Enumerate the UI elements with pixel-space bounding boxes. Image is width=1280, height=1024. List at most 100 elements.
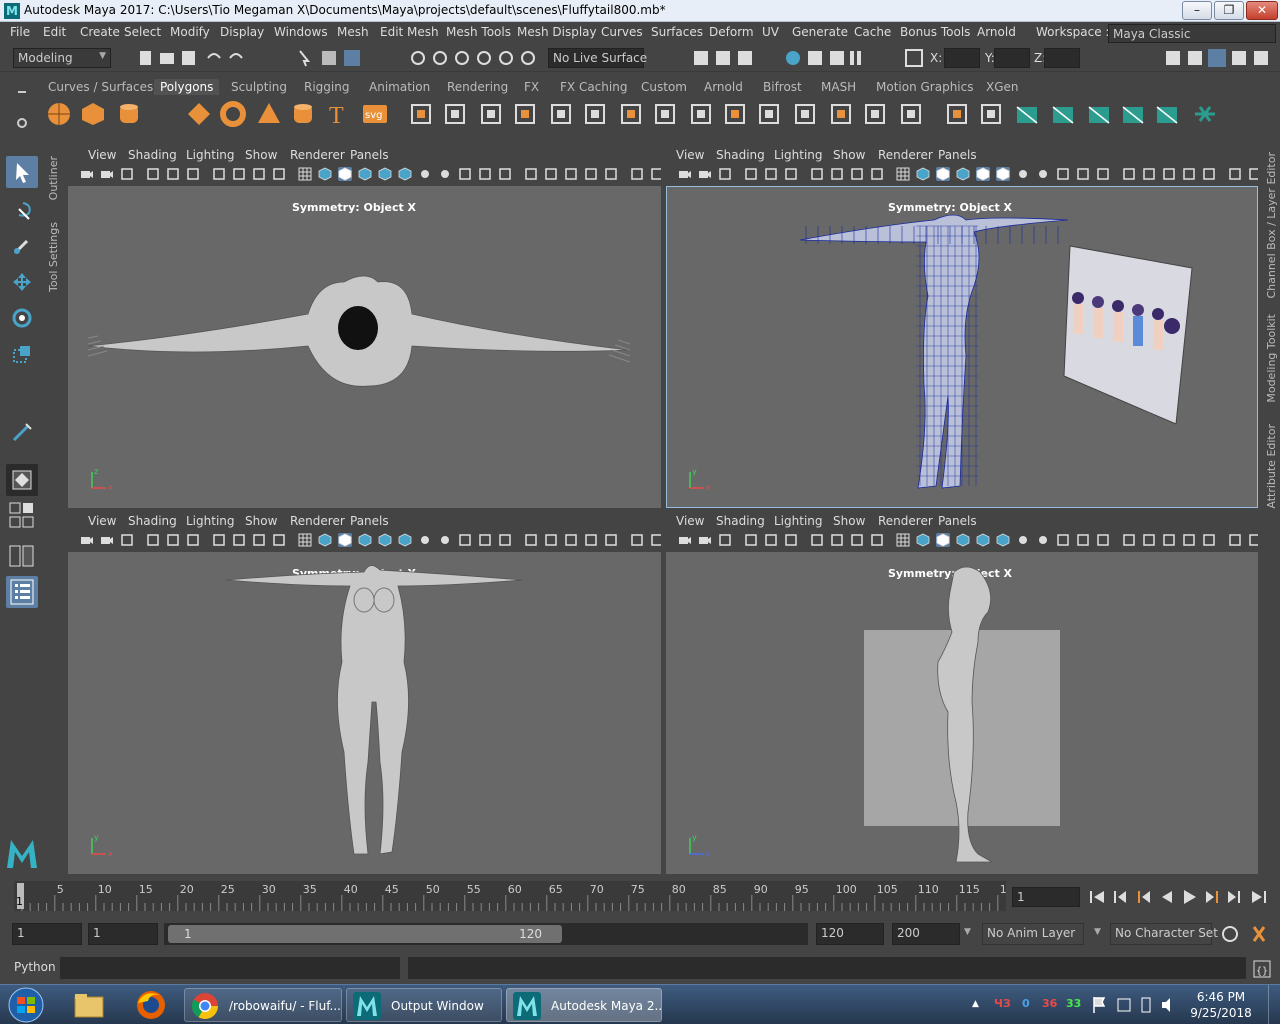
motion-blur-icon[interactable]	[478, 533, 492, 547]
script-editor-icon[interactable]: {}	[1252, 959, 1272, 979]
viewport-front[interactable]: Symmetry: Object Xyx	[68, 552, 661, 874]
command-input[interactable]	[60, 957, 400, 979]
attribute-editor-tab[interactable]: Attribute Editor	[1265, 424, 1278, 509]
dof-icon[interactable]	[1122, 167, 1136, 181]
range-slider-handle[interactable]: 1 120	[168, 925, 562, 943]
shelf-tab-sculpting[interactable]: Sculpting	[225, 79, 293, 95]
automatic-uv-icon[interactable]	[1048, 99, 1078, 129]
ssao-icon[interactable]	[458, 167, 472, 181]
shelf-tab-mash[interactable]: MASH	[815, 79, 862, 95]
safe-action-icon[interactable]	[850, 533, 864, 547]
camera-icon[interactable]	[678, 167, 692, 181]
panel-menu-view[interactable]: View	[88, 514, 116, 528]
playback-start-field[interactable]: 1	[88, 923, 158, 945]
shelf-tab-bifrost[interactable]: Bifrost	[757, 79, 808, 95]
show-hidden-icons[interactable]: ▲	[972, 999, 979, 1009]
quick-render-icon[interactable]	[650, 167, 661, 181]
bevel-icon[interactable]	[720, 99, 750, 129]
four-view-layout-button[interactable]	[6, 500, 38, 532]
transfer-icon[interactable]	[1190, 99, 1220, 129]
safe-title-icon[interactable]	[870, 533, 884, 547]
menu-select[interactable]: Select	[124, 25, 161, 39]
wire-on-shaded-icon[interactable]	[378, 533, 392, 547]
dof-icon[interactable]	[524, 533, 538, 547]
extrude-icon[interactable]	[650, 99, 680, 129]
xray-icon[interactable]	[564, 167, 578, 181]
shelf-tab-fx[interactable]: FX	[518, 79, 545, 95]
hud-icon[interactable]	[630, 533, 644, 547]
field-chart-icon[interactable]	[232, 167, 246, 181]
motion-blur-icon[interactable]	[1076, 167, 1090, 181]
lights-icon[interactable]	[418, 167, 432, 181]
field-chart-icon[interactable]	[830, 533, 844, 547]
aa-icon[interactable]	[498, 167, 512, 181]
playback-end-field[interactable]: 120	[816, 923, 884, 945]
poly-sphere-icon[interactable]	[44, 99, 74, 129]
panel-menu-panels[interactable]: Panels	[350, 514, 389, 528]
wireframe-icon[interactable]	[318, 167, 332, 181]
panel-menu-show[interactable]: Show	[245, 514, 277, 528]
merge-icon[interactable]	[976, 99, 1006, 129]
xray-components-icon[interactable]	[604, 533, 618, 547]
hud-icon[interactable]	[630, 167, 644, 181]
cylindrical-uv-icon[interactable]	[1084, 99, 1114, 129]
panel-menu-panels[interactable]: Panels	[938, 514, 977, 528]
poly-svg-icon[interactable]: svg	[360, 99, 390, 129]
poly-cone-icon[interactable]	[254, 99, 284, 129]
quick-render-icon[interactable]	[1248, 533, 1258, 547]
film-gate-icon[interactable]	[166, 167, 180, 181]
panel-menu-renderer[interactable]: Renderer	[290, 514, 345, 528]
safe-title-icon[interactable]	[870, 167, 884, 181]
xray-icon[interactable]	[1162, 533, 1176, 547]
panel-menu-lighting[interactable]: Lighting	[186, 148, 235, 162]
textured-icon[interactable]	[398, 167, 412, 181]
shelf-menu-icon[interactable]	[8, 83, 36, 131]
lasso-tool-button[interactable]	[6, 194, 38, 226]
panel-menu-shading[interactable]: Shading	[128, 148, 177, 162]
insert-edge-loop-icon[interactable]	[860, 99, 890, 129]
aa-icon[interactable]	[1096, 533, 1110, 547]
panel-menu-renderer[interactable]: Renderer	[878, 148, 933, 162]
isolate-icon[interactable]	[544, 533, 558, 547]
gate-mask-icon[interactable]	[810, 167, 824, 181]
shadows-icon[interactable]	[1036, 167, 1050, 181]
wire-on-shaded-icon[interactable]	[976, 167, 990, 181]
quick-render-icon[interactable]	[1248, 167, 1258, 181]
panel-menu-view[interactable]: View	[676, 148, 704, 162]
camera-attr-icon[interactable]	[100, 167, 114, 181]
connect-icon[interactable]	[826, 99, 856, 129]
gate-mask-icon[interactable]	[212, 533, 226, 547]
viewport-side[interactable]: Symmetry: Object Xyz	[666, 552, 1258, 874]
ssao-icon[interactable]	[458, 533, 472, 547]
panel-menu-lighting[interactable]: Lighting	[774, 148, 823, 162]
gate-mask-icon[interactable]	[212, 167, 226, 181]
menu-cache[interactable]: Cache	[854, 25, 891, 39]
show-desktop-button[interactable]	[1268, 985, 1280, 1024]
image-plane-icon[interactable]	[146, 533, 160, 547]
safe-action-icon[interactable]	[850, 167, 864, 181]
taskbar-output-window[interactable]: Output Window	[346, 988, 502, 1022]
aa-icon[interactable]	[498, 533, 512, 547]
panel-menu-view[interactable]: View	[88, 148, 116, 162]
z-field[interactable]	[1044, 48, 1080, 68]
grid-icon[interactable]	[896, 167, 910, 181]
anim-layer-select[interactable]: No Anim Layer	[982, 923, 1084, 945]
hud-icon[interactable]	[1228, 167, 1242, 181]
taskbar-maya-window[interactable]: Autodesk Maya 2...	[506, 988, 662, 1022]
shelf-tab-rigging[interactable]: Rigging	[298, 79, 355, 95]
image-plane-icon[interactable]	[146, 167, 160, 181]
xray-components-icon[interactable]	[1202, 533, 1216, 547]
combine-icon[interactable]	[406, 99, 436, 129]
flat-shade-icon[interactable]	[956, 167, 970, 181]
xray-joints-icon[interactable]	[1182, 533, 1196, 547]
crease-icon[interactable]	[942, 99, 972, 129]
field-chart-icon[interactable]	[232, 533, 246, 547]
xray-icon[interactable]	[564, 533, 578, 547]
start-frame-field[interactable]: 1	[12, 923, 82, 945]
camera-attr-icon[interactable]	[698, 167, 712, 181]
xray-joints-icon[interactable]	[584, 533, 598, 547]
taskbar-chrome-window[interactable]: /robowaifu/ - Fluf...	[184, 988, 342, 1022]
mirror-icon[interactable]	[580, 99, 610, 129]
outliner-tab[interactable]: Outliner	[47, 156, 60, 200]
shelf-tab-polygons[interactable]: Polygons	[154, 79, 220, 95]
